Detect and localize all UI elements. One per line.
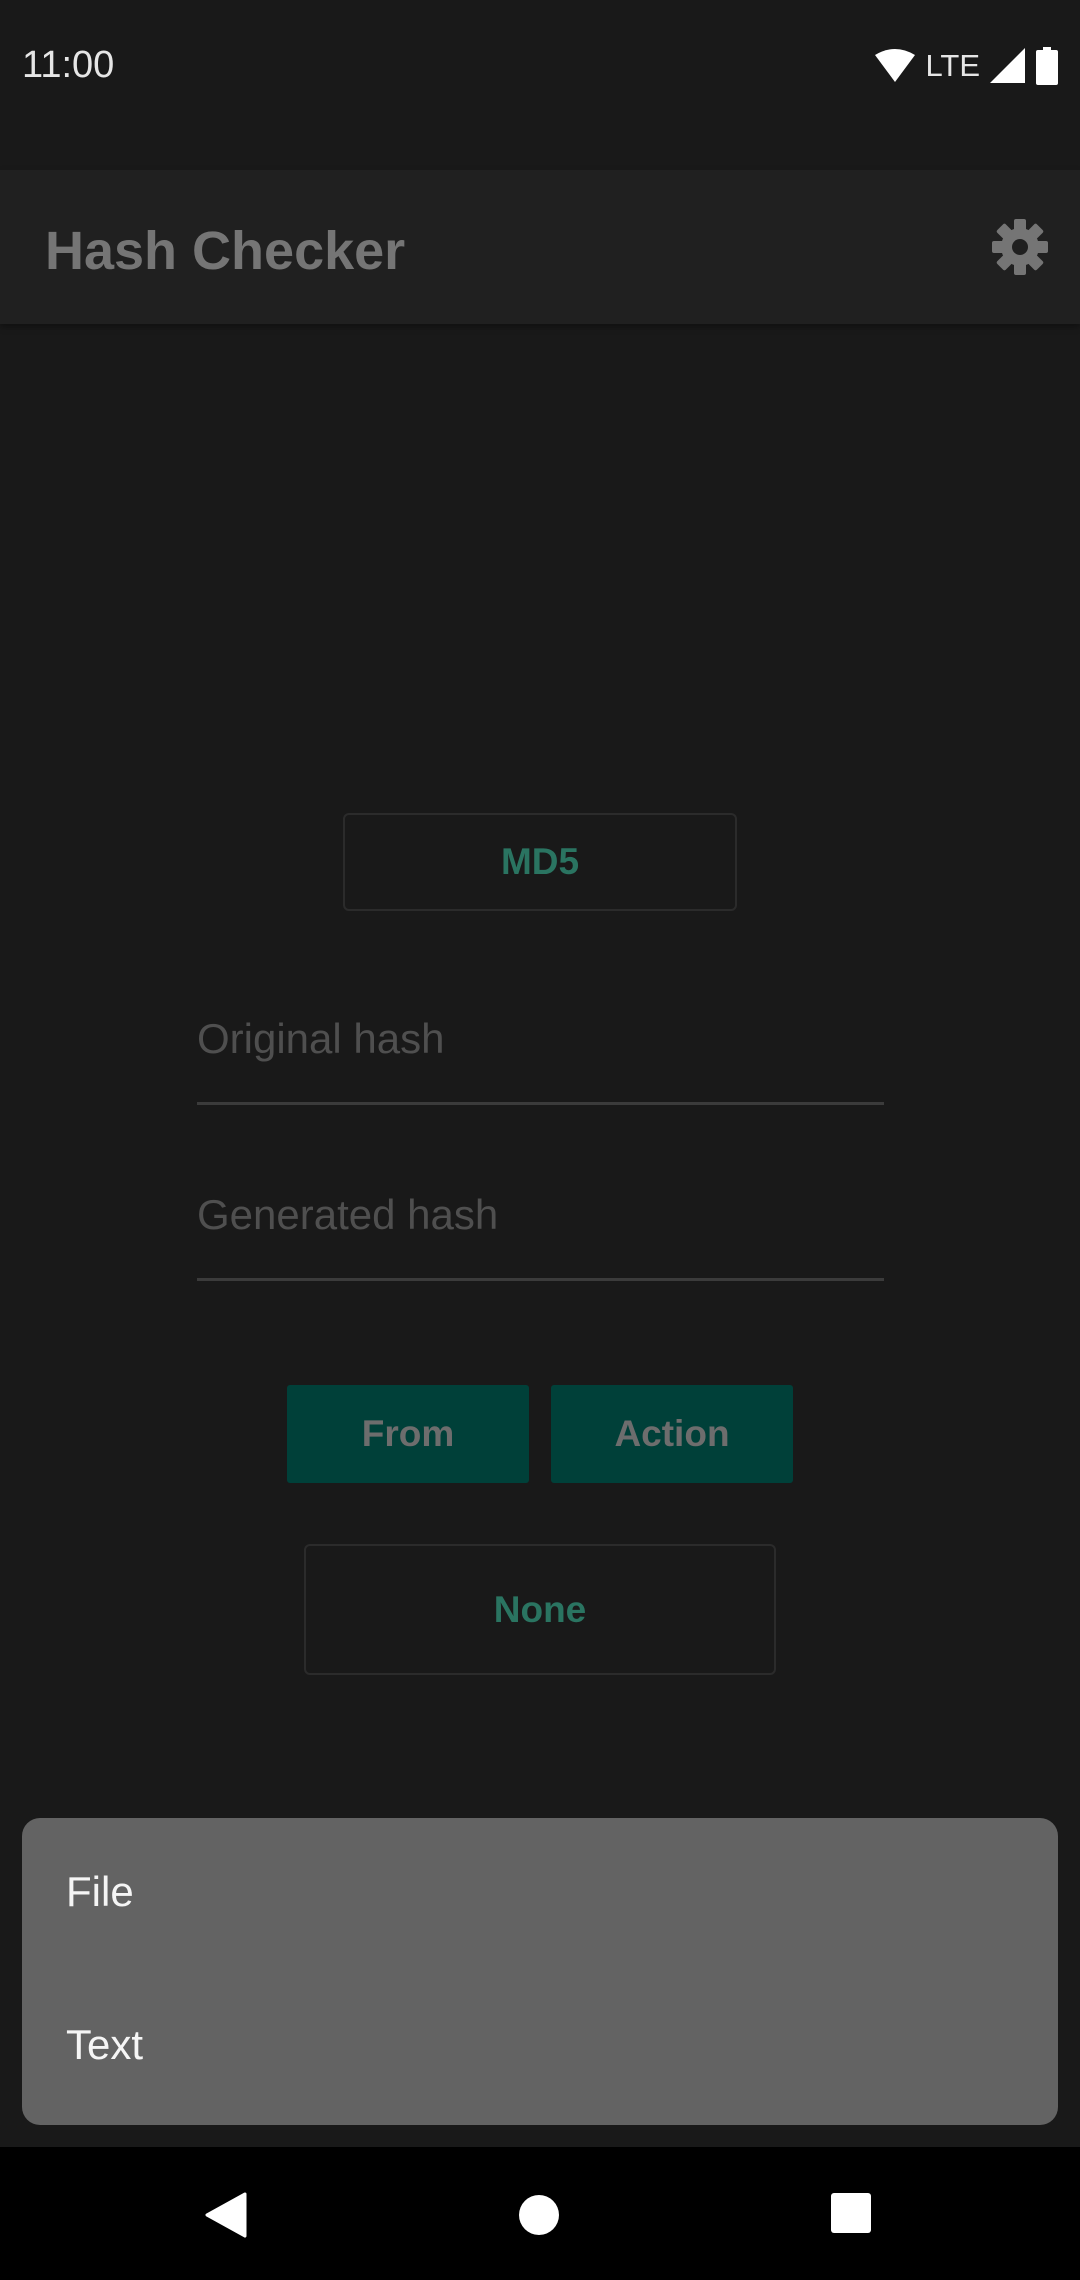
result-button[interactable]: None	[304, 1544, 776, 1675]
battery-icon	[1036, 47, 1058, 85]
original-hash-placeholder: Original hash	[197, 1015, 445, 1062]
status-bar: 11:00 LTE	[0, 0, 1080, 170]
navigation-bar	[0, 2147, 1080, 2280]
back-icon	[205, 2192, 247, 2238]
wifi-icon	[875, 49, 916, 82]
generated-hash-field[interactable]: Generated hash	[197, 1181, 884, 1281]
home-button[interactable]	[516, 2192, 562, 2243]
source-popup-menu: File Text	[22, 1818, 1058, 2125]
recents-button[interactable]	[830, 2192, 872, 2239]
back-button[interactable]	[205, 2192, 247, 2243]
generated-hash-placeholder: Generated hash	[197, 1191, 499, 1238]
status-time: 11:00	[22, 44, 115, 86]
original-hash-field[interactable]: Original hash	[197, 1005, 884, 1105]
menu-item-file[interactable]: File	[66, 1868, 134, 1916]
gear-icon	[992, 219, 1048, 275]
signal-icon	[990, 48, 1025, 83]
app-bar: Hash Checker	[0, 170, 1080, 324]
app-title: Hash Checker	[45, 221, 406, 281]
home-icon	[519, 2195, 559, 2235]
hash-algorithm-button[interactable]: MD5	[343, 813, 737, 911]
recents-icon	[831, 2193, 871, 2233]
status-icons: LTE	[875, 44, 1058, 88]
from-button[interactable]: From	[287, 1385, 529, 1483]
network-type-label: LTE	[925, 48, 980, 83]
settings-button[interactable]	[990, 217, 1050, 277]
action-button[interactable]: Action	[551, 1385, 793, 1483]
menu-item-text[interactable]: Text	[66, 2021, 143, 2069]
